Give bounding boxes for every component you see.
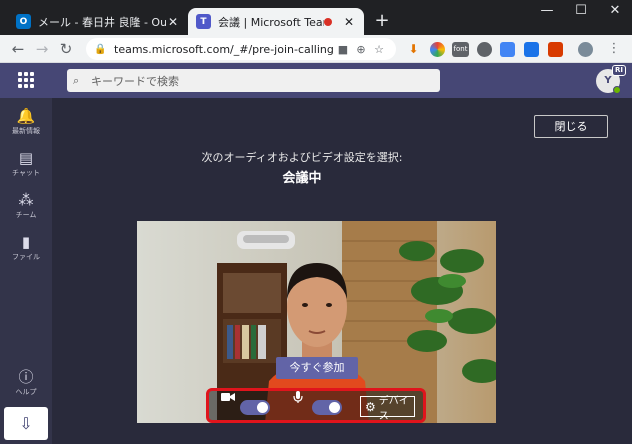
close-button[interactable]: 閉じる (534, 115, 608, 138)
extension-icon[interactable] (477, 42, 492, 57)
maximize-button[interactable]: ☐ (564, 0, 598, 22)
translate-extension-icon[interactable] (500, 42, 515, 57)
camera-preview: 今すぐ参加 ⚙ デバイス (137, 221, 496, 423)
settings-prompt: 次のオーディオおよびビデオ設定を選択: (201, 151, 403, 164)
zoom-icon[interactable]: ⊕ (352, 43, 370, 56)
devices-button[interactable]: ⚙ デバイス (360, 396, 415, 422)
camera-toggle[interactable] (240, 400, 270, 415)
prejoin-panel: 閉じる 次のオーディオおよびビデオ設定を選択: 会議中 今すぐ参加 ⚙ デバイス (52, 98, 632, 444)
font-extension-icon[interactable]: font (452, 42, 469, 57)
toggle-knob (257, 402, 268, 413)
tenant-badge: RI (612, 65, 626, 76)
rail-item-teams[interactable]: ⁂ チーム (0, 191, 52, 220)
rail-item-activity[interactable]: 🔔 最新情報 (0, 107, 52, 136)
file-icon: ▮ (21, 233, 31, 251)
presence-icon (613, 86, 621, 94)
url-text: teams.microsoft.com/_#/pre-join-calling/… (114, 42, 334, 56)
devices-label: デバイス (378, 395, 409, 422)
color-picker-extension-icon[interactable] (430, 42, 445, 57)
rail-item-help[interactable]: ⓘ ヘルプ (0, 368, 52, 397)
forward-icon[interactable]: → (32, 39, 52, 59)
menu-icon[interactable]: ⋮ (604, 39, 624, 59)
back-icon[interactable]: ← (8, 39, 28, 59)
bell-icon: 🔔 (16, 107, 36, 125)
help-icon: ⓘ (18, 368, 34, 386)
teams-header: ⌕ キーワードで検索 Y RI (0, 63, 632, 98)
download-extension-icon[interactable]: ⬇ (406, 42, 421, 57)
avatar-initial: Y (604, 75, 612, 86)
teams-people-icon: ⁂ (18, 191, 34, 209)
rail-item-label: チーム (15, 211, 37, 219)
close-window-button[interactable]: ✕ (598, 0, 632, 22)
app-rail: 🔔 最新情報 ▤ チャット ⁂ チーム ▮ ファイル ⓘ ヘルプ ⇩ (0, 98, 52, 444)
rail-item-label: チャット (12, 169, 40, 177)
download-icon: ⇩ (19, 414, 33, 433)
tab-title: 会議 | Microsoft Teams (218, 15, 324, 29)
join-now-button[interactable]: 今すぐ参加 (276, 357, 358, 379)
meeting-title: 会議中 (282, 171, 322, 186)
microphone-toggle[interactable] (312, 400, 342, 415)
search-placeholder: キーワードで検索 (91, 74, 179, 88)
search-input[interactable]: ⌕ キーワードで検索 (67, 69, 440, 92)
rail-item-label: ヘルプ (15, 388, 37, 396)
reload-icon[interactable]: ↻ (56, 39, 76, 59)
camera-icon (221, 393, 235, 401)
tab-outlook[interactable]: O メール - 春日井 良隆 - Outlook ✕ (8, 8, 188, 35)
toggle-knob (329, 402, 340, 413)
rail-item-label: 最新情報 (12, 127, 40, 135)
profile-avatar-icon[interactable] (578, 42, 593, 57)
outlook-icon: O (16, 14, 31, 29)
tab-title: メール - 春日井 良隆 - Outlook (38, 15, 166, 29)
camera-permission-icon[interactable]: ■ (334, 43, 352, 56)
extension-icon[interactable] (524, 42, 539, 57)
avatar[interactable]: Y RI (596, 65, 626, 94)
recording-icon (324, 17, 332, 26)
rail-item-files[interactable]: ▮ ファイル (0, 233, 52, 262)
download-app-button[interactable]: ⇩ (4, 407, 48, 440)
tab-teams[interactable]: T 会議 | Microsoft Teams ✕ (188, 8, 364, 35)
office-extension-icon[interactable] (548, 42, 563, 57)
address-bar[interactable]: 🔒 teams.microsoft.com/_#/pre-join-callin… (86, 38, 396, 60)
browser-titlebar: O メール - 春日井 良隆 - Outlook ✕ T 会議 | Micros… (0, 0, 632, 35)
lock-icon: 🔒 (94, 43, 107, 55)
gear-icon: ⚙ (365, 399, 376, 414)
app-launcher-icon[interactable] (18, 72, 34, 88)
rail-item-chat[interactable]: ▤ チャット (0, 149, 52, 178)
tab-close-icon[interactable]: ✕ (342, 15, 356, 29)
teams-icon: T (196, 14, 211, 29)
search-icon: ⌕ (73, 73, 80, 87)
bookmark-star-icon[interactable]: ☆ (370, 43, 388, 56)
av-controls: ⚙ デバイス (206, 388, 426, 423)
minimize-button[interactable]: — (530, 0, 564, 22)
microphone-icon (293, 391, 303, 403)
rail-item-label: ファイル (12, 253, 40, 261)
chat-icon: ▤ (18, 149, 34, 167)
browser-toolbar: ← → ↻ 🔒 teams.microsoft.com/_#/pre-join-… (0, 35, 632, 63)
tab-close-icon[interactable]: ✕ (166, 15, 180, 29)
new-tab-button[interactable]: + (372, 12, 392, 32)
